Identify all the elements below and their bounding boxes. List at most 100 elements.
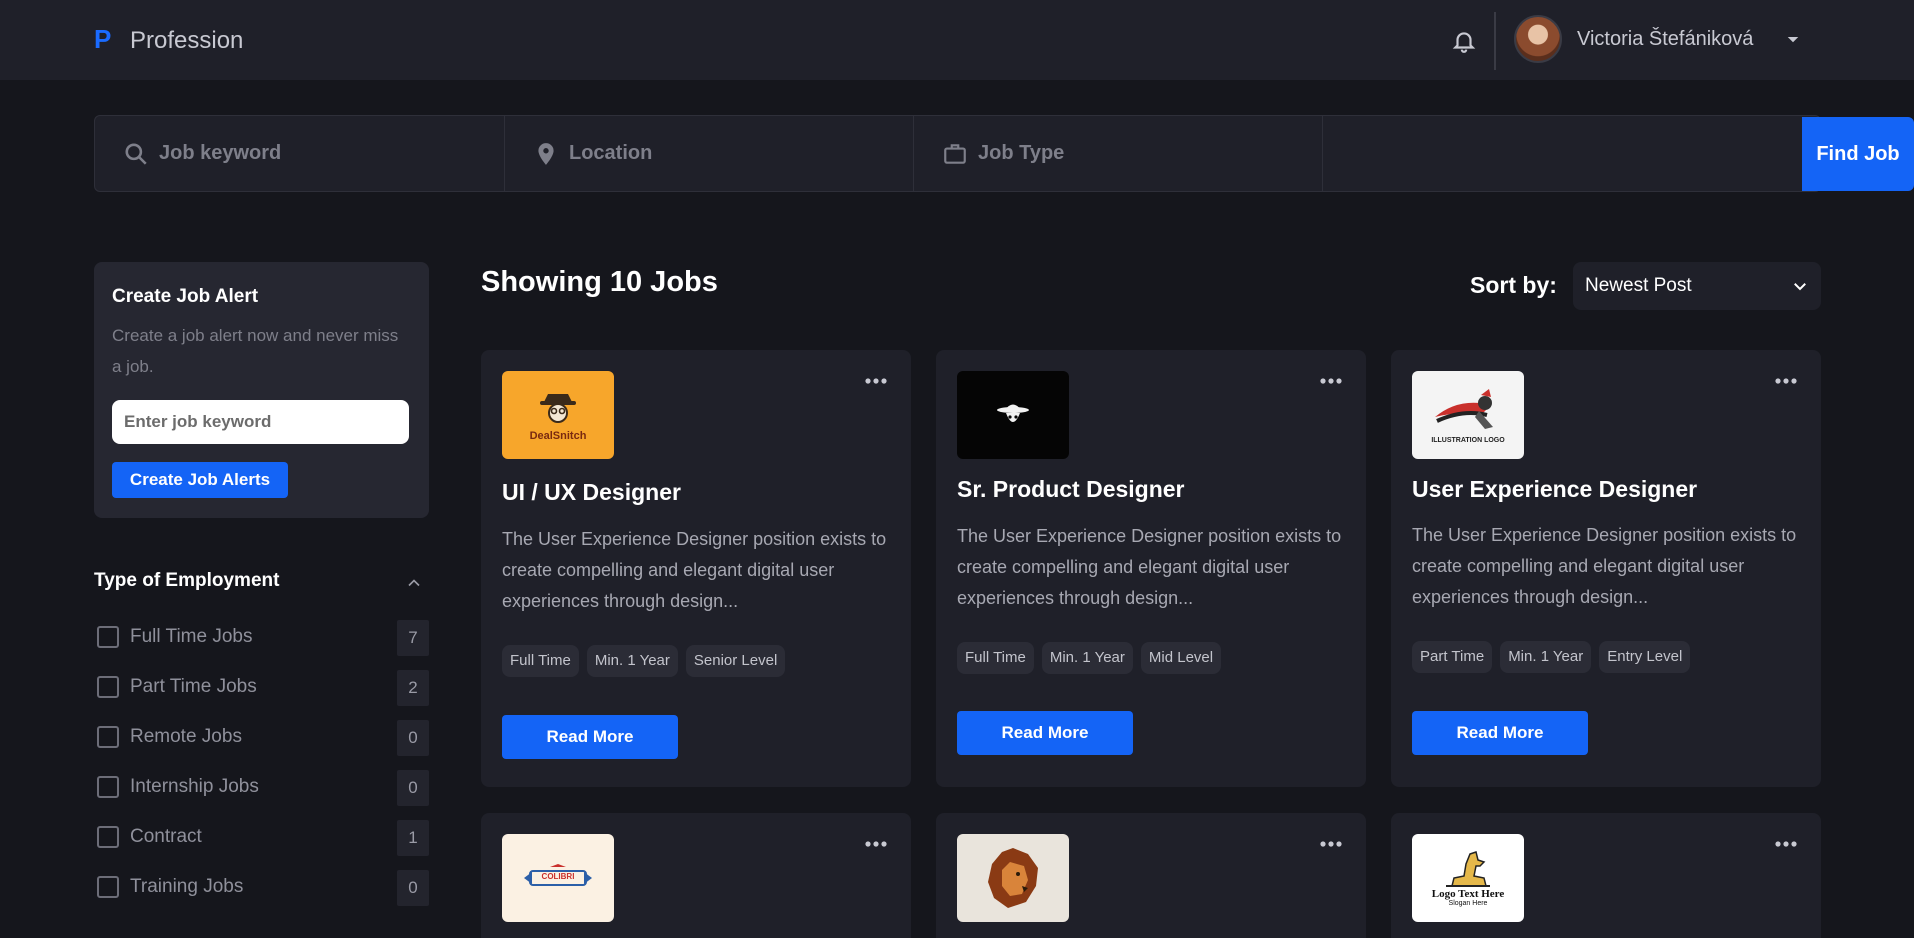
alert-title: Create Job Alert — [112, 286, 259, 307]
lion-icon — [988, 848, 1038, 908]
filter-count: 1 — [397, 820, 429, 856]
read-more-button[interactable]: Read More — [502, 715, 678, 759]
logo-mark[interactable]: P — [94, 24, 111, 55]
location-placeholder: Location — [569, 142, 653, 164]
chevron-down-icon — [1794, 283, 1806, 291]
company-logo — [957, 371, 1069, 459]
sort-label: Sort by: — [1470, 272, 1557, 298]
bell-icon[interactable] — [1451, 28, 1477, 54]
job-card: DealSnitch UI / UX Designer The User Exp… — [481, 350, 911, 787]
more-options-icon[interactable] — [1320, 840, 1342, 848]
job-card: Logo Text Here Slogan Here — [1391, 813, 1821, 938]
job-card: Sr. Product Designer The User Experience… — [936, 350, 1366, 787]
job-card: COLIBRI — [481, 813, 911, 938]
filter-label: Full Time Jobs — [130, 626, 253, 647]
knight-rider-icon — [1435, 388, 1493, 429]
filter-label: Training Jobs — [130, 876, 244, 897]
read-more-button[interactable]: Read More — [1412, 711, 1588, 755]
job-tags: Full Time Min. 1 Year Mid Level — [957, 642, 1222, 674]
detective-icon — [540, 394, 576, 423]
filter-full-time[interactable]: Full Time Jobs 7 — [94, 620, 429, 656]
chevron-down-icon[interactable] — [1784, 31, 1802, 49]
company-logo: COLIBRI — [502, 834, 614, 922]
job-title[interactable]: User Experience Designer — [1412, 476, 1697, 503]
search-icon — [125, 142, 147, 165]
tag: Mid Level — [1140, 642, 1222, 674]
filter-internship[interactable]: Internship Jobs 0 — [94, 770, 429, 806]
keyword-field[interactable]: Job keyword — [95, 116, 505, 191]
sort-value: Newest Post — [1585, 275, 1692, 296]
more-options-icon[interactable] — [865, 377, 887, 385]
filter-count: 7 — [397, 620, 429, 656]
company-logo: DealSnitch — [502, 371, 614, 459]
logo-text: DealSnitch — [529, 430, 587, 442]
tag: Min. 1 Year — [586, 645, 678, 677]
logo-text: COLIBRI — [541, 872, 575, 881]
read-more-button[interactable]: Read More — [957, 711, 1133, 755]
checkbox[interactable] — [97, 776, 119, 798]
more-options-icon[interactable] — [1320, 377, 1342, 385]
keyword-placeholder: Job keyword — [159, 142, 282, 164]
avatar[interactable] — [1514, 15, 1562, 63]
user-name[interactable]: Victoria Štefániková — [1577, 28, 1753, 51]
filter-count: 0 — [397, 770, 429, 806]
tag: Full Time — [957, 642, 1034, 674]
company-logo — [957, 834, 1069, 922]
job-type-field[interactable]: Job Type — [914, 116, 1323, 191]
job-title[interactable]: Sr. Product Designer — [957, 476, 1185, 503]
job-tags: Full Time Min. 1 Year Senior Level — [502, 645, 786, 677]
filter-label: Internship Jobs — [130, 776, 259, 797]
tag: Min. 1 Year — [1500, 641, 1592, 673]
briefcase-icon — [944, 143, 966, 164]
checkbox[interactable] — [97, 826, 119, 848]
location-field[interactable]: Location — [505, 116, 914, 191]
brand-name[interactable]: Profession — [130, 27, 243, 55]
tag: Senior Level — [685, 645, 786, 677]
nav-divider — [1494, 12, 1496, 70]
logo-slogan: Slogan Here — [1448, 899, 1488, 907]
checkbox[interactable] — [97, 876, 119, 898]
more-options-icon[interactable] — [1775, 377, 1797, 385]
checkbox[interactable] — [97, 726, 119, 748]
chevron-up-icon[interactable] — [404, 573, 424, 593]
tag: Part Time — [1412, 641, 1493, 673]
more-options-icon[interactable] — [865, 840, 887, 848]
filter-count: 2 — [397, 670, 429, 706]
job-description: The User Experience Designer position ex… — [957, 526, 1342, 608]
find-job-button[interactable]: Find Job — [1802, 117, 1914, 191]
filter-remote[interactable]: Remote Jobs 0 — [94, 720, 429, 756]
filter-count: 0 — [397, 870, 429, 906]
job-title[interactable]: UI / UX Designer — [502, 479, 681, 506]
dog-icon — [1446, 850, 1490, 887]
location-pin-icon — [538, 142, 554, 165]
more-options-icon[interactable] — [1775, 840, 1797, 848]
company-logo: Logo Text Here Slogan Here — [1412, 834, 1524, 922]
filter-label: Contract — [130, 826, 202, 847]
tag: Entry Level — [1599, 641, 1691, 673]
job-card — [936, 813, 1366, 938]
logo-text: ILLUSTRATION LOGO — [1431, 436, 1505, 444]
filter-contract[interactable]: Contract 1 — [94, 820, 429, 856]
logo-title: Logo Text Here — [1431, 887, 1505, 900]
alert-description: Create a job alert now and never miss a … — [112, 326, 399, 376]
job-tags: Part Time Min. 1 Year Entry Level — [1412, 641, 1691, 673]
job-description: The User Experience Designer position ex… — [1412, 525, 1797, 607]
job-type-placeholder: Job Type — [978, 142, 1065, 164]
sort-select[interactable]: Newest Post — [1573, 262, 1821, 310]
filter-training[interactable]: Training Jobs 0 — [94, 870, 429, 906]
checkbox[interactable] — [97, 676, 119, 698]
tag: Full Time — [502, 645, 579, 677]
filter-label: Part Time Jobs — [130, 676, 257, 697]
job-card: ILLUSTRATION LOGO User Experience Design… — [1391, 350, 1821, 787]
results-count: Showing 10 Jobs — [481, 266, 718, 298]
filter-count: 0 — [397, 720, 429, 756]
employment-filter-title: Type of Employment — [94, 570, 280, 591]
job-alert-panel: Create Job Alert Create a job alert now … — [94, 262, 429, 518]
filter-part-time[interactable]: Part Time Jobs 2 — [94, 670, 429, 706]
checkbox[interactable] — [97, 626, 119, 648]
create-job-alerts-button[interactable]: Create Job Alerts — [112, 462, 288, 498]
alert-keyword-input[interactable] — [112, 400, 409, 444]
filter-label: Remote Jobs — [130, 726, 242, 747]
job-description: The User Experience Designer position ex… — [502, 529, 887, 611]
job-search-bar: Job keyword Location Job Type Find Job — [94, 115, 1914, 192]
